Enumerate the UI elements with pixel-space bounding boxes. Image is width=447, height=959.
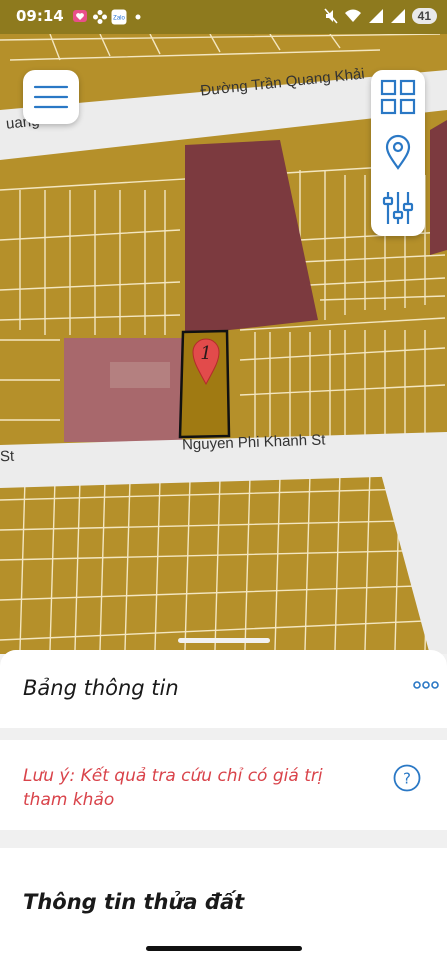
panel-header: Bảng thông tin: [0, 650, 447, 728]
location-pin-icon[interactable]: [380, 134, 416, 170]
commercial-block: [110, 362, 170, 388]
drag-handle[interactable]: [178, 638, 270, 643]
parcel-info-card: Thông tin thửa đất: [0, 848, 447, 959]
signal-icon: [390, 9, 405, 23]
status-right: 41: [324, 8, 437, 24]
status-bar: 09:14 Zalo 41: [0, 0, 447, 34]
commercial-zone-west: [64, 338, 182, 442]
info-panel: Bảng thông tin Lưu ý: Kết quả tra cứu ch…: [0, 650, 447, 959]
question-circle-icon[interactable]: ?: [393, 764, 421, 792]
svg-text:Zalo: Zalo: [113, 16, 125, 22]
notice-text: Lưu ý: Kết quả tra cứu chỉ có giá trị th…: [23, 766, 323, 810]
battery-badge: 41: [411, 8, 437, 24]
sliders-icon[interactable]: [380, 190, 416, 226]
menu-button[interactable]: [23, 70, 79, 124]
map-toolbar: [371, 70, 425, 236]
notice-card: Lưu ý: Kết quả tra cứu chỉ có giá trị th…: [0, 740, 447, 830]
svg-text:?: ?: [403, 770, 411, 788]
hamburger-icon: [33, 85, 69, 109]
signal-icon: [368, 9, 383, 23]
status-time: 09:14: [16, 7, 64, 25]
more-dots-icon[interactable]: [413, 680, 439, 690]
marker-label: 1: [200, 343, 211, 364]
commercial-zone-east: [430, 120, 447, 255]
flower-icon: [93, 10, 107, 24]
grid-icon[interactable]: [380, 79, 416, 115]
wifi-icon: [344, 9, 361, 22]
parcel-info-title: Thông tin thửa đất: [23, 890, 245, 914]
dot-icon: [135, 14, 141, 20]
home-indicator[interactable]: [146, 946, 302, 951]
mute-icon: [324, 8, 338, 24]
street-label-middle-fragment: St: [0, 447, 15, 466]
heart-message-icon: [73, 10, 87, 22]
zalo-icon: Zalo: [111, 9, 127, 25]
panel-title: Bảng thông tin: [23, 676, 179, 700]
